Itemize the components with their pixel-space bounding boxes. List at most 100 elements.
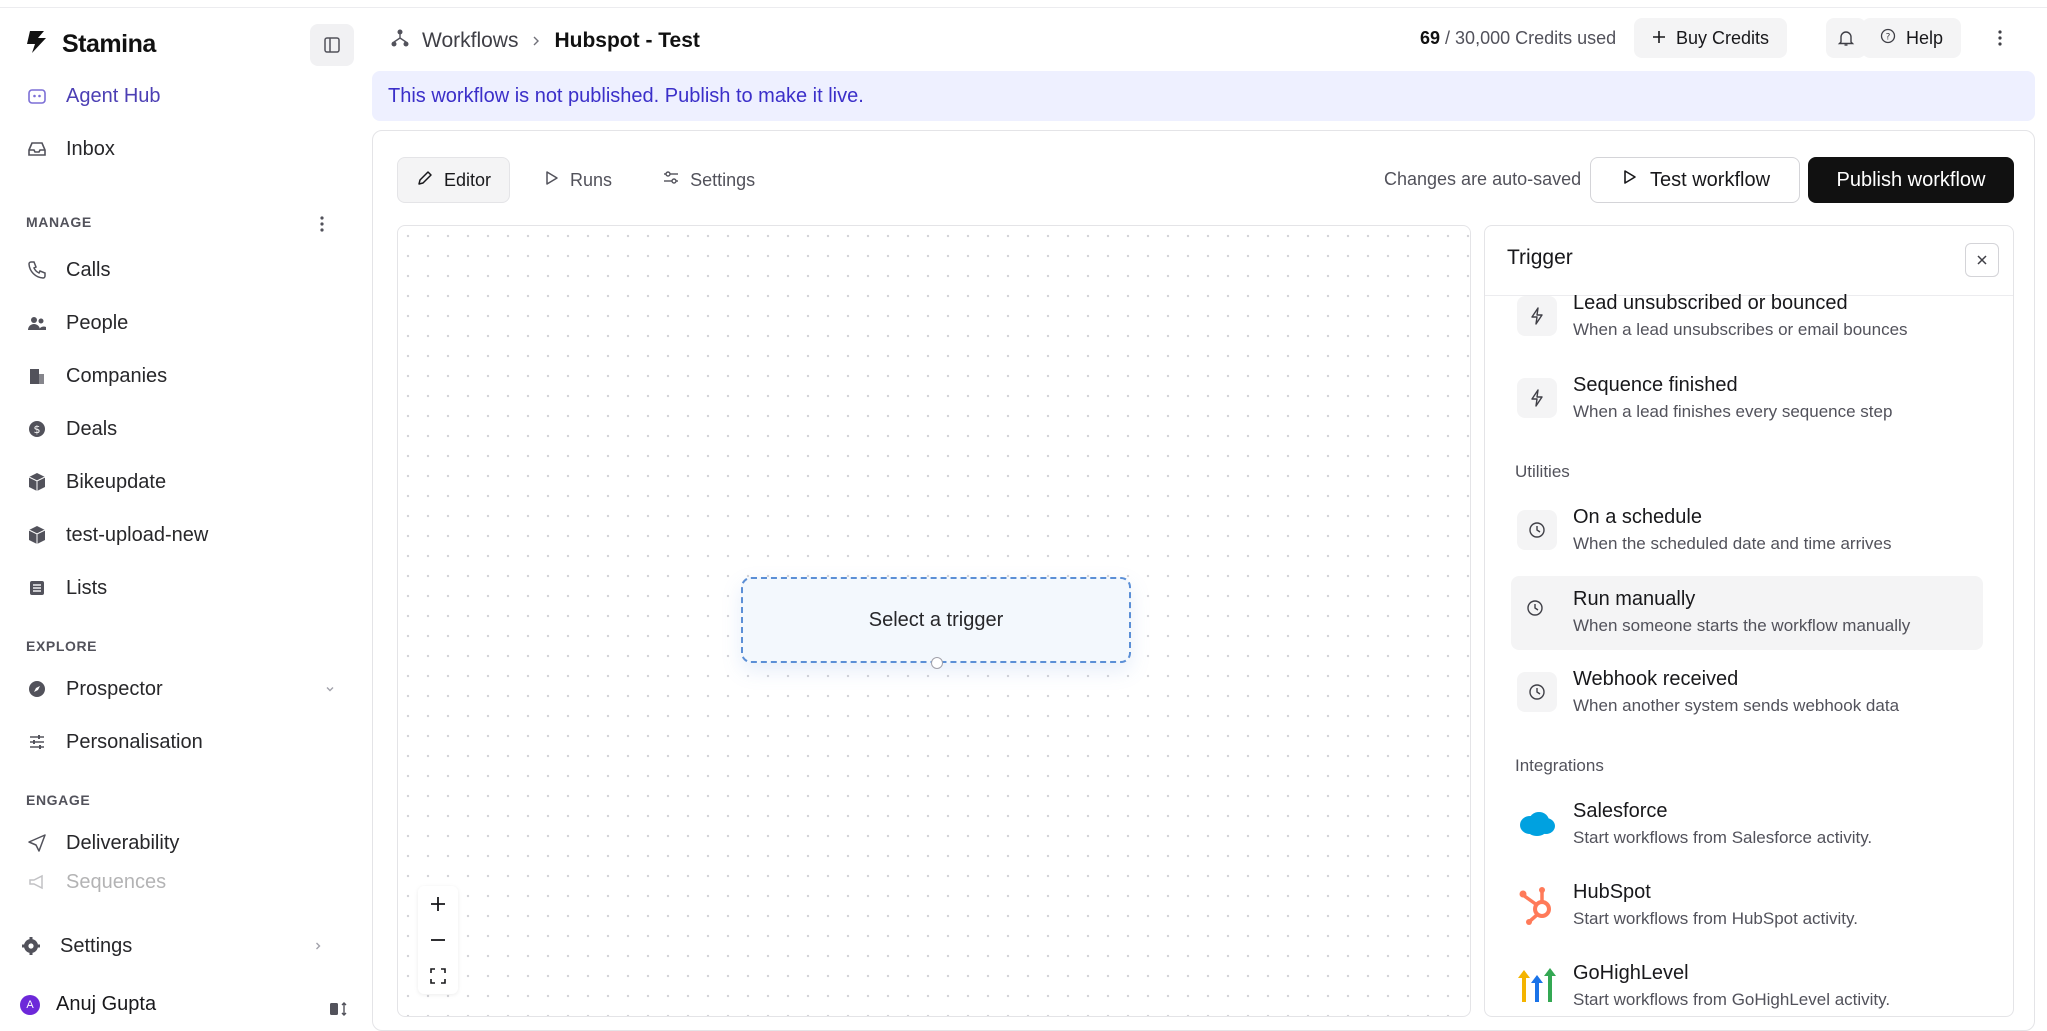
salesforce-logo-icon bbox=[1517, 804, 1557, 844]
trigger-option-title: HubSpot bbox=[1573, 881, 1651, 903]
building-icon bbox=[26, 365, 48, 387]
trigger-option-title: GoHighLevel bbox=[1573, 962, 1689, 984]
sidebar-item-test-upload-new[interactable]: test-upload-new bbox=[18, 512, 348, 558]
notifications-button[interactable] bbox=[1826, 18, 1866, 58]
trigger-option-webhook-received[interactable]: Webhook received When another system sen… bbox=[1513, 668, 1985, 740]
trigger-option-title: Lead unsubscribed or bounced bbox=[1573, 292, 1848, 314]
minus-icon bbox=[431, 939, 445, 941]
breadcrumb: Workflows Hubspot - Test bbox=[390, 28, 700, 54]
test-workflow-label: Test workflow bbox=[1649, 168, 1771, 191]
close-panel-button[interactable] bbox=[1965, 243, 1999, 277]
window-top-border bbox=[0, 0, 2047, 8]
sidebar-item-agent-hub[interactable]: Agent Hub bbox=[18, 73, 348, 119]
trigger-option-on-a-schedule[interactable]: On a schedule When the scheduled date an… bbox=[1513, 506, 1985, 578]
fit-view-button[interactable] bbox=[418, 958, 458, 994]
publish-workflow-button[interactable]: Publish workflow bbox=[1808, 157, 2014, 203]
dollar-icon: $ bbox=[26, 418, 48, 440]
trigger-option-title: Sequence finished bbox=[1573, 374, 1738, 396]
hubspot-logo-icon bbox=[1517, 885, 1557, 925]
help-button[interactable]: ? Help bbox=[1862, 18, 1962, 58]
node-output-handle[interactable] bbox=[931, 657, 943, 669]
cube-icon bbox=[26, 471, 48, 493]
sidebar-item-lists[interactable]: Lists bbox=[18, 565, 348, 611]
sidebar-item-deals[interactable]: $ Deals bbox=[18, 406, 348, 452]
phone-icon bbox=[26, 259, 48, 281]
chevron-down-icon bbox=[324, 678, 336, 701]
trigger-option-desc: Start workflows from HubSpot activity. bbox=[1573, 909, 1858, 928]
sidebar-item-label: Sequences bbox=[66, 870, 167, 893]
sidebar-item-personalisation[interactable]: Personalisation bbox=[18, 719, 348, 765]
sidebar-item-settings[interactable]: Settings bbox=[12, 923, 342, 969]
trigger-option-run-manually[interactable]: Run manually When someone starts the wor… bbox=[1511, 576, 1983, 650]
gear-icon bbox=[20, 935, 42, 957]
sidebar-item-calls[interactable]: Calls bbox=[18, 247, 348, 293]
workflow-canvas[interactable]: Select a trigger bbox=[397, 225, 1471, 1017]
breadcrumb-workflows-link[interactable]: Workflows bbox=[422, 29, 518, 53]
sidebar-item-bikeupdate[interactable]: Bikeupdate bbox=[18, 459, 348, 505]
collapse-sidebar-button[interactable] bbox=[310, 24, 354, 66]
brand[interactable]: Stamina bbox=[22, 28, 156, 61]
manage-more-icon[interactable] bbox=[320, 216, 324, 237]
sidebar-item-label: Inbox bbox=[66, 137, 115, 160]
select-trigger-node[interactable]: Select a trigger bbox=[741, 577, 1131, 669]
sidebar-item-inbox[interactable]: Inbox bbox=[18, 126, 348, 172]
compass-icon bbox=[26, 678, 48, 700]
section-label-engage: ENGAGE bbox=[26, 792, 91, 808]
sidebar-item-deliverability[interactable]: Deliverability bbox=[18, 820, 348, 866]
list-icon bbox=[26, 577, 48, 599]
play-icon bbox=[1620, 168, 1638, 192]
top-header: Workflows Hubspot - Test 69 / 30,000 Cre… bbox=[372, 8, 2047, 68]
trigger-option-title: Webhook received bbox=[1573, 668, 1739, 690]
trigger-option-desc: When someone starts the workflow manuall… bbox=[1573, 616, 1911, 635]
sidebar-item-sequences[interactable]: Sequences bbox=[18, 864, 348, 900]
trigger-option-lead-unsubscribed[interactable]: Lead unsubscribed or bounced When a lead… bbox=[1513, 292, 1985, 364]
sidebar-item-label: Lists bbox=[66, 576, 108, 599]
trigger-option-desc: Start workflows from Salesforce activity… bbox=[1573, 828, 1873, 847]
group-label-utilities: Utilities bbox=[1515, 462, 1570, 481]
more-vertical-icon bbox=[1998, 30, 2002, 46]
sliders-icon bbox=[26, 731, 48, 753]
credits-total: / 30,000 Credits used bbox=[1445, 28, 1617, 48]
autosave-status: Changes are auto-saved bbox=[1384, 169, 1582, 189]
test-workflow-button[interactable]: Test workflow bbox=[1590, 157, 1800, 203]
trigger-option-sequence-finished[interactable]: Sequence finished When a lead finishes e… bbox=[1513, 374, 1985, 446]
plus-icon bbox=[431, 897, 445, 911]
close-icon bbox=[1977, 255, 1987, 265]
pencil-icon bbox=[416, 169, 434, 192]
tab-label: Settings bbox=[690, 169, 756, 190]
trigger-placeholder: Select a trigger bbox=[868, 608, 1004, 631]
sidebar-item-companies[interactable]: Companies bbox=[18, 353, 348, 399]
brand-name: Stamina bbox=[62, 30, 156, 58]
more-options-button[interactable] bbox=[1980, 18, 2020, 58]
trigger-option-title: Run manually bbox=[1573, 588, 1696, 610]
workflow-icon bbox=[390, 28, 410, 54]
clock-icon bbox=[1515, 588, 1555, 628]
publish-workflow-label: Publish workflow bbox=[1836, 168, 1986, 191]
megaphone-icon bbox=[26, 871, 48, 893]
expand-user-icon[interactable] bbox=[328, 999, 348, 1024]
breadcrumb-current: Hubspot - Test bbox=[554, 29, 700, 52]
tab-settings[interactable]: Settings bbox=[644, 157, 773, 203]
sidebar-item-label: People bbox=[66, 311, 129, 334]
trigger-option-salesforce[interactable]: Salesforce Start workflows from Salesfor… bbox=[1513, 800, 1985, 872]
avatar: A bbox=[20, 994, 40, 1015]
user-menu[interactable]: A Anuj Gupta bbox=[20, 993, 156, 1016]
section-label-explore: EXPLORE bbox=[26, 638, 98, 654]
sidebar-item-people[interactable]: People bbox=[18, 300, 348, 346]
sidebar-item-label: Deals bbox=[66, 417, 118, 440]
svg-text:$: $ bbox=[34, 423, 41, 436]
trigger-option-desc: When a lead finishes every sequence step bbox=[1573, 402, 1893, 421]
tab-editor[interactable]: Editor bbox=[397, 157, 511, 203]
buy-credits-button[interactable]: Buy Credits bbox=[1634, 18, 1788, 58]
trigger-option-gohighlevel[interactable]: GoHighLevel Start workflows from GoHighL… bbox=[1513, 962, 1985, 1016]
credits-usage: 69 / 30,000 Credits used bbox=[1420, 28, 1616, 49]
zoom-in-button[interactable] bbox=[418, 886, 458, 922]
sidebar: Stamina Agent Hub Inbox MANAGE Calls Peo… bbox=[0, 8, 365, 1031]
sidebar-item-prospector[interactable]: Prospector bbox=[18, 666, 348, 712]
sidebar-toggle-icon bbox=[324, 37, 340, 53]
trigger-option-hubspot[interactable]: HubSpot Start workflows from HubSpot act… bbox=[1513, 881, 1985, 953]
tab-runs[interactable]: Runs bbox=[524, 157, 630, 203]
trigger-option-desc: When another system sends webhook data bbox=[1573, 696, 1900, 715]
sidebar-item-label: test-upload-new bbox=[66, 523, 209, 546]
zoom-out-button[interactable] bbox=[418, 922, 458, 958]
